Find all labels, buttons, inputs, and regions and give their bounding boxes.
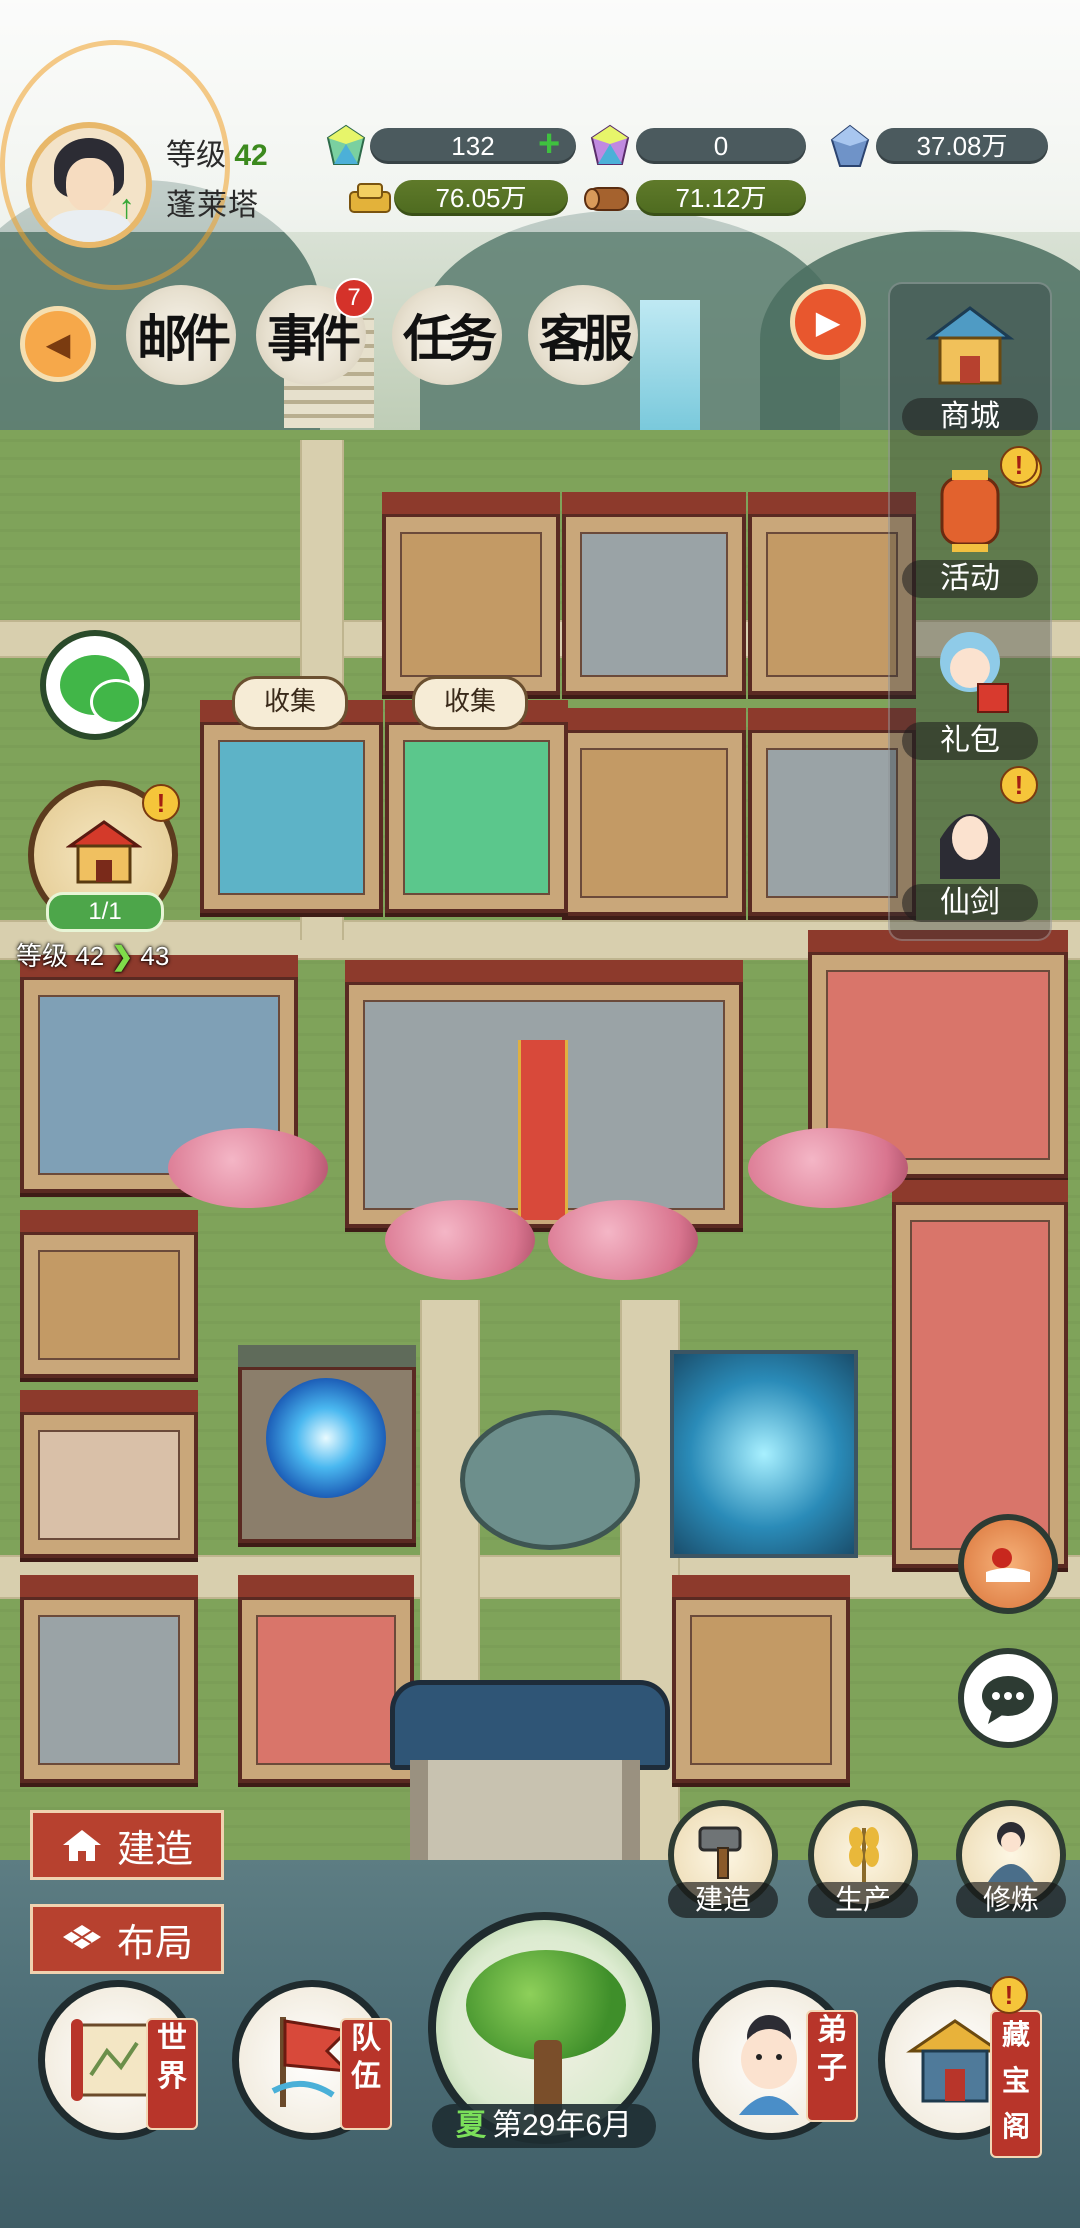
- wheat-icon: [849, 1827, 879, 1882]
- player-avatar[interactable]: ↑: [26, 122, 152, 248]
- bound-jade-gem-icon: [590, 124, 630, 168]
- layout-mode-label: 布局: [116, 1922, 193, 1965]
- gold-ingot-icon: [346, 176, 394, 220]
- wechat-button[interactable]: [40, 630, 150, 740]
- sect-alert-icon: !: [142, 784, 180, 822]
- sword-alert-icon: !: [1000, 766, 1038, 804]
- gift-pack-label: 礼包: [902, 722, 1038, 760]
- waterfall: [640, 300, 700, 450]
- level-up-arrow-icon: ↑: [118, 188, 135, 226]
- immortal-sword-label: 仙剑: [902, 884, 1038, 922]
- building-spirit-pool[interactable]: [670, 1350, 858, 1558]
- tab-tasks[interactable]: 任务: [392, 285, 502, 385]
- red-carpet: [518, 1040, 568, 1220]
- gold-amount: 76.05万: [394, 180, 568, 216]
- building-meditation-room[interactable]: [20, 1390, 198, 1558]
- building-warehouse[interactable]: [238, 1575, 414, 1783]
- gift-hand-button[interactable]: [958, 1514, 1058, 1614]
- building-hall[interactable]: [562, 492, 746, 695]
- shop-icon: [925, 306, 1015, 385]
- building-spirit-shrine[interactable]: [385, 700, 568, 913]
- date-text: 第29年6月: [491, 2109, 633, 2142]
- tab-scroll-left-button[interactable]: ◀: [20, 306, 96, 382]
- player-realm: 蓬莱塔: [166, 189, 259, 222]
- sakura-tree: [385, 1200, 535, 1280]
- shop-alert-icon: !: [1000, 446, 1038, 484]
- sect-count: 1/1: [46, 892, 164, 932]
- collect-button[interactable]: 收集: [232, 676, 348, 730]
- chat-button[interactable]: [958, 1648, 1058, 1748]
- wechat-icon: [60, 655, 142, 725]
- building-alchemy[interactable]: [562, 708, 746, 916]
- building-library[interactable]: [382, 492, 560, 695]
- nav-treasure-pavilion-label: 藏宝阁: [990, 2010, 1042, 2158]
- jade-gem-icon: [326, 124, 366, 168]
- collect-button[interactable]: 收集: [412, 676, 528, 730]
- tab-support[interactable]: 客服: [528, 285, 638, 385]
- sakura-tree: [548, 1200, 698, 1280]
- building-treasury[interactable]: [672, 1575, 850, 1783]
- sakura-tree: [168, 1128, 328, 1208]
- sword-hero-icon: [940, 814, 1000, 879]
- meditating-cultivator-icon: [988, 1822, 1034, 1882]
- sect-level-progress: 等级 42 ❯ 43: [16, 941, 170, 971]
- fountain-platform[interactable]: [460, 1410, 640, 1550]
- hammer-icon: [698, 1826, 742, 1879]
- sakura-tree: [748, 1128, 908, 1208]
- hand-offer-icon: [986, 1548, 1030, 1582]
- gift-pack-button[interactable]: 礼包: [890, 608, 1050, 768]
- wood-amount: 71.12万: [636, 180, 806, 216]
- construct-label: 建造: [668, 1882, 778, 1918]
- crystal-amount: 37.08万: [876, 128, 1048, 164]
- sect-gate-roof[interactable]: [390, 1680, 670, 1770]
- chat-bubble-icon: [982, 1676, 1034, 1724]
- game-date: 夏第29年6月: [432, 2104, 656, 2148]
- disciple-portrait-icon: [739, 2015, 799, 2115]
- season-label: 夏: [455, 2109, 486, 2142]
- cultivate-label: 修炼: [956, 1882, 1066, 1918]
- portal-vortex: [266, 1378, 386, 1498]
- shop-label: 商城: [902, 398, 1038, 436]
- produce-label: 生产: [808, 1882, 918, 1918]
- nav-team-label: 队伍: [340, 2018, 392, 2130]
- events-count-badge: 7: [334, 278, 374, 318]
- activity-label: 活动: [902, 560, 1038, 598]
- grid-tiles-icon: [62, 1925, 101, 1949]
- nav-disciples-label: 弟子: [806, 2010, 858, 2122]
- add-jade-plus-icon[interactable]: +: [538, 125, 560, 163]
- building-array-hall[interactable]: [892, 1180, 1068, 1568]
- shop-button[interactable]: 商城: [890, 284, 1050, 444]
- building-dorm[interactable]: [20, 1575, 198, 1783]
- tab-mail[interactable]: 邮件: [126, 285, 236, 385]
- crystal-icon: [830, 124, 870, 168]
- right-feature-panel: 商城 活动 ! 礼包 仙剑: [888, 282, 1052, 941]
- house-icon: [62, 1830, 101, 1861]
- bound-jade-amount: 0: [636, 128, 806, 164]
- gift-girl-icon: [940, 632, 1009, 713]
- building-tea-house[interactable]: [20, 1210, 198, 1378]
- building-spirit-shrine[interactable]: [200, 700, 383, 913]
- tab-scroll-right-button[interactable]: ▶: [790, 284, 866, 360]
- build-mode-button[interactable]: 建造: [30, 1810, 224, 1880]
- wood-log-icon: [582, 176, 634, 220]
- layout-mode-button[interactable]: 布局: [30, 1904, 224, 1974]
- pavilion-icon: [66, 820, 142, 884]
- nav-world-label: 世界: [146, 2018, 198, 2130]
- player-level: 等级 42: [166, 139, 268, 172]
- build-mode-label: 建造: [116, 1828, 193, 1871]
- treasure-alert-icon: !: [990, 1976, 1028, 2014]
